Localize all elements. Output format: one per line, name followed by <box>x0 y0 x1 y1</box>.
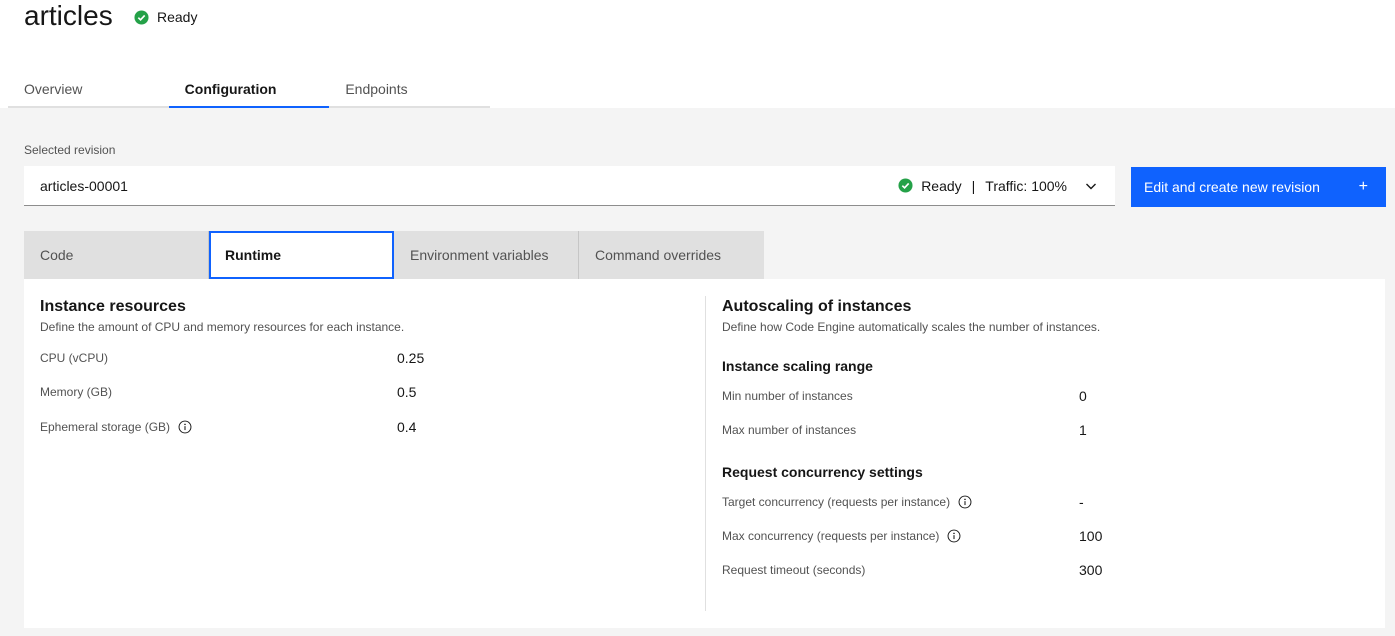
checkmark-filled-icon <box>898 178 913 193</box>
subtab-code[interactable]: Code <box>24 231 209 279</box>
subtab-command-overrides[interactable]: Command overrides <box>579 231 764 279</box>
instance-scaling-range-title: Instance scaling range <box>722 358 873 374</box>
revision-status: Ready | Traffic: 100% <box>898 178 1099 194</box>
chevron-down-icon[interactable] <box>1083 178 1099 194</box>
add-icon: + <box>1358 178 1368 195</box>
app-status: Ready <box>134 9 197 25</box>
info-icon[interactable] <box>947 529 961 543</box>
traffic-text: Traffic: 100% <box>985 177 1067 194</box>
revision-status-text: Ready <box>921 177 962 194</box>
autoscaling-description: Define how Code Engine automatically sca… <box>722 320 1101 334</box>
request-concurrency-title: Request concurrency settings <box>722 464 923 480</box>
memory-row: Memory (GB) 0.5 <box>40 382 690 402</box>
request-timeout-label: Request timeout (seconds) <box>722 563 866 577</box>
min-instances-label: Min number of instances <box>722 389 853 403</box>
instance-resources-title: Instance resources <box>40 298 186 315</box>
max-instances-label: Max number of instances <box>722 423 857 437</box>
autoscaling-section: Autoscaling of instances Define how Code… <box>722 297 1372 578</box>
max-instances-value: 1 <box>1079 422 1087 438</box>
max-instances-row: Max number of instances 1 <box>722 420 1372 440</box>
ephemeral-storage-label: Ephemeral storage (GB) <box>40 417 192 437</box>
runtime-panel: Instance resources Define the amount of … <box>24 279 1385 628</box>
configuration-content: Selected revision articles-00001 Ready |… <box>0 108 1395 636</box>
ephemeral-storage-value: 0.4 <box>397 419 417 435</box>
instance-resources-description: Define the amount of CPU and memory reso… <box>40 320 405 334</box>
info-icon[interactable] <box>958 495 972 509</box>
cpu-row: CPU (vCPU) 0.25 <box>40 348 690 368</box>
max-concurrency-value: 100 <box>1079 528 1103 544</box>
revision-value: articles-00001 <box>40 177 128 194</box>
memory-value: 0.5 <box>397 384 417 400</box>
target-concurrency-label: Target concurrency (requests per instanc… <box>722 492 972 512</box>
max-concurrency-row: Max concurrency (requests per instance) … <box>722 526 1372 546</box>
ephemeral-storage-row: Ephemeral storage (GB) 0.4 <box>40 417 690 437</box>
subtab-environment-variables[interactable]: Environment variables <box>394 231 579 279</box>
page-header: articles Ready Overview Configuration En… <box>0 0 1395 108</box>
cpu-label: CPU (vCPU) <box>40 351 108 365</box>
tab-configuration[interactable]: Configuration <box>168 72 330 108</box>
revision-dropdown[interactable]: articles-00001 Ready | Traffic: 100% <box>24 166 1115 206</box>
min-instances-value: 0 <box>1079 388 1087 404</box>
min-instances-row: Min number of instances 0 <box>722 386 1372 406</box>
info-icon[interactable] <box>178 420 192 434</box>
status-text: Ready <box>157 9 198 25</box>
tab-endpoints[interactable]: Endpoints <box>329 72 490 108</box>
instance-resources-section: Instance resources Define the amount of … <box>40 297 690 435</box>
edit-create-revision-button[interactable]: Edit and create new revision + <box>1131 167 1386 207</box>
column-divider <box>705 296 706 611</box>
tab-overview[interactable]: Overview <box>8 72 169 108</box>
separator: | <box>971 177 976 194</box>
cpu-value: 0.25 <box>397 350 425 366</box>
target-concurrency-row: Target concurrency (requests per instanc… <box>722 492 1372 512</box>
target-concurrency-value: - <box>1079 494 1084 510</box>
subtab-runtime[interactable]: Runtime <box>209 231 394 279</box>
max-concurrency-label: Max concurrency (requests per instance) <box>722 526 961 546</box>
page-title: articles <box>24 0 113 31</box>
selected-revision-label: Selected revision <box>24 143 116 157</box>
edit-create-revision-label: Edit and create new revision <box>1144 179 1320 195</box>
page-tabs: Overview Configuration Endpoints <box>8 72 490 108</box>
memory-label: Memory (GB) <box>40 385 112 399</box>
configuration-subtabs: Code Runtime Environment variables Comma… <box>24 231 764 279</box>
request-timeout-row: Request timeout (seconds) 300 <box>722 560 1372 580</box>
autoscaling-title: Autoscaling of instances <box>722 298 912 315</box>
checkmark-filled-icon <box>134 9 149 25</box>
request-timeout-value: 300 <box>1079 562 1103 578</box>
